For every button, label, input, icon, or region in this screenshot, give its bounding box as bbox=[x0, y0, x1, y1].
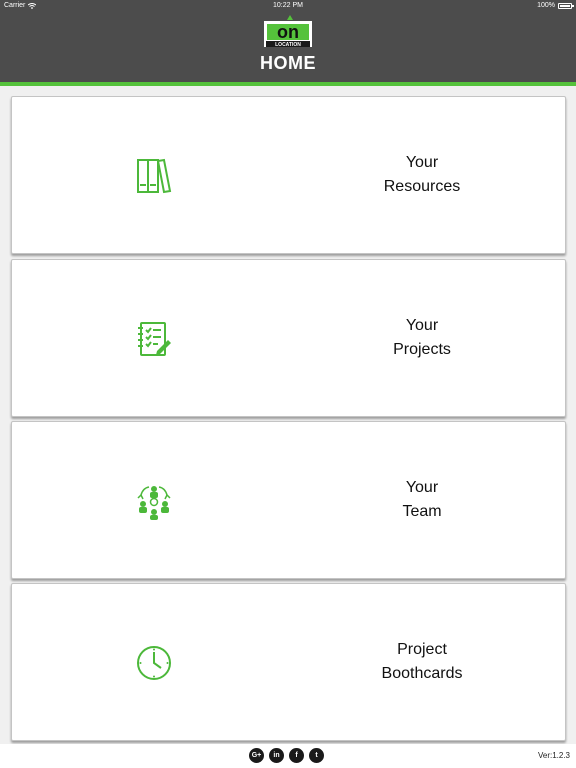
clock-icon bbox=[137, 646, 171, 680]
books-icon bbox=[137, 158, 172, 194]
card-label-line2: Projects bbox=[393, 341, 451, 358]
logo-text: on bbox=[277, 22, 299, 42]
card-label-line1: Your bbox=[405, 154, 439, 171]
card-label: Project Boothcards bbox=[332, 638, 512, 686]
card-label-line2: Resources bbox=[383, 178, 461, 195]
linkedin-icon[interactable]: in bbox=[269, 748, 284, 763]
status-bar: Carrier 10:22 PM 100% bbox=[0, 0, 576, 12]
card-label-line1: Your bbox=[405, 479, 439, 496]
project-boothcards-card[interactable]: Project Boothcards bbox=[11, 583, 566, 741]
footer: G+ in f t Ver:1.2.3 bbox=[0, 744, 576, 768]
google-plus-icon[interactable]: G+ bbox=[249, 748, 264, 763]
version-label: Ver:1.2.3 bbox=[537, 751, 570, 760]
checklist-icon bbox=[138, 322, 171, 356]
card-label-line1: Project bbox=[397, 641, 447, 658]
your-team-card[interactable]: Your Team bbox=[11, 421, 566, 579]
card-label: Your Projects bbox=[332, 314, 512, 362]
page-title: HOME bbox=[260, 53, 316, 73]
twitter-icon[interactable]: t bbox=[309, 748, 324, 763]
social-links: G+ in f t bbox=[249, 748, 324, 763]
card-label-line2: Boothcards bbox=[381, 665, 463, 682]
status-time: 10:22 PM bbox=[273, 2, 303, 9]
logo-subtext: LOCATION bbox=[275, 42, 301, 48]
card-label: Your Resources bbox=[332, 151, 512, 199]
header-bar: Carrier 10:22 PM 100% on LOCATION HOME bbox=[0, 0, 576, 86]
card-label: Your Team bbox=[332, 476, 512, 524]
on-location-logo: on LOCATION bbox=[264, 15, 312, 48]
battery-indicator: 100% bbox=[537, 0, 574, 12]
your-projects-card[interactable]: Your Projects bbox=[11, 259, 566, 417]
battery-percent: 100% bbox=[537, 2, 555, 9]
card-label-line2: Team bbox=[402, 503, 442, 520]
facebook-icon[interactable]: f bbox=[289, 748, 304, 763]
battery-icon bbox=[558, 3, 574, 9]
your-resources-card[interactable]: Your Resources bbox=[11, 96, 566, 254]
card-label-line1: Your bbox=[405, 317, 439, 334]
team-icon bbox=[137, 486, 171, 520]
